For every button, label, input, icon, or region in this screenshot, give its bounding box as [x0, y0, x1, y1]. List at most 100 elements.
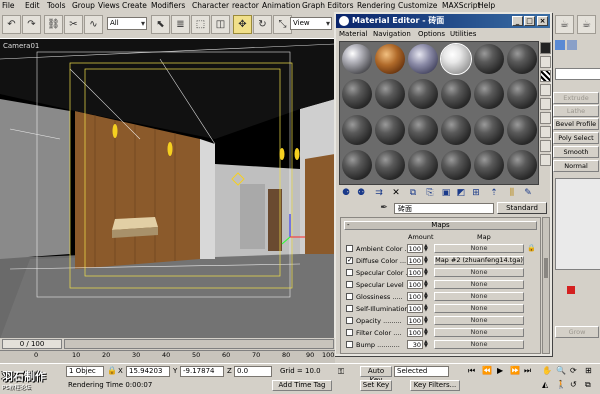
get-material-icon[interactable]: ⚈ [339, 187, 353, 200]
create-tab-icon[interactable] [555, 40, 565, 50]
map-slot-button[interactable]: None [434, 268, 524, 277]
selection-filter-dropdown[interactable]: All [107, 17, 147, 30]
menu-views[interactable]: Views [98, 1, 120, 10]
z-coordinate-field[interactable]: 0.0 [234, 366, 272, 377]
map-amount-field[interactable]: 100 [407, 280, 423, 289]
menu-create[interactable]: Create [122, 1, 147, 10]
make-unique-icon[interactable]: ⧉ [406, 187, 420, 200]
map-amount-field[interactable]: 100 [407, 268, 423, 277]
maximize-icon[interactable]: □ [524, 16, 535, 26]
pan-icon[interactable]: ✋ [542, 366, 552, 375]
put-to-scene-icon[interactable]: ⚉ [354, 187, 368, 200]
roll-icon[interactable]: ↺ [570, 380, 577, 389]
scrollbar-thumb[interactable] [544, 258, 548, 278]
select-object-icon[interactable]: ⬉ [151, 15, 170, 34]
grow-button[interactable]: Grow [555, 326, 599, 338]
map-enable-checkbox[interactable] [346, 245, 353, 252]
undo-icon[interactable]: ↶ [2, 15, 21, 34]
menu-options[interactable]: Options [418, 30, 445, 38]
menu-customize[interactable]: Customize [398, 1, 437, 10]
material-map-navigator-icon[interactable] [540, 154, 551, 166]
amount-spinner[interactable]: ▲ ▼ [424, 316, 429, 325]
maximize-viewport-icon[interactable]: ⧉ [585, 380, 591, 390]
material-type-button[interactable]: Standard [497, 202, 547, 214]
amount-spinner[interactable]: ▲ ▼ [424, 280, 429, 289]
camera-viewport[interactable]: Camera01 [0, 38, 335, 339]
background-icon[interactable] [540, 70, 551, 82]
orbit-icon[interactable]: ⟳ [570, 366, 577, 375]
map-amount-field[interactable]: 100 [407, 304, 423, 313]
map-enable-checkbox[interactable] [346, 317, 353, 324]
menu-character[interactable]: Character [192, 1, 229, 10]
sample-slot[interactable] [342, 150, 372, 180]
material-name-input[interactable]: 砖面 [394, 203, 494, 214]
select-link-icon[interactable]: ⛓ [44, 15, 63, 34]
menu-graph-editors[interactable]: Graph Editors [302, 1, 354, 10]
modifier-stack-list[interactable] [555, 178, 600, 270]
modifier-list-dropdown[interactable] [555, 68, 600, 80]
select-rotate-icon[interactable]: ↻ [253, 15, 272, 34]
map-amount-field[interactable]: 100 [407, 244, 423, 253]
reset-map-icon[interactable]: ✕ [389, 187, 403, 200]
time-slider[interactable]: 0 / 100 [2, 339, 62, 349]
map-slot-button[interactable]: None [434, 328, 524, 337]
menu-file[interactable]: File [2, 1, 15, 10]
amount-spinner[interactable]: ▲ ▼ [424, 256, 429, 265]
menu-material[interactable]: Material [339, 30, 367, 38]
select-by-name-icon[interactable]: ≣ [171, 15, 190, 34]
menu-reactor[interactable]: reactor [232, 1, 259, 10]
select-by-material-icon[interactable] [540, 140, 551, 152]
sample-slot[interactable] [375, 44, 405, 74]
maps-scrollbar[interactable] [542, 217, 550, 354]
show-end-result-icon[interactable]: ⊞ [469, 187, 483, 200]
lock-icon[interactable]: 🔒 [527, 244, 536, 252]
select-move-icon[interactable]: ✥ [233, 15, 252, 34]
sample-slot[interactable] [408, 115, 438, 145]
map-enable-checkbox[interactable] [346, 293, 353, 300]
sample-slot[interactable] [342, 115, 372, 145]
bevel-profile-button[interactable]: Bevel Profile [553, 118, 599, 130]
map-slot-button[interactable]: None [434, 244, 524, 253]
amount-spinner[interactable]: ▲ ▼ [424, 304, 429, 313]
menu-utilities[interactable]: Utilities [450, 30, 476, 38]
amount-spinner[interactable]: ▲ ▼ [424, 328, 429, 337]
menu-group[interactable]: Group [72, 1, 95, 10]
lathe-button[interactable]: Lathe [553, 105, 599, 117]
sample-slot[interactable] [408, 150, 438, 180]
map-amount-field[interactable]: 100 [407, 316, 423, 325]
menu-edit[interactable]: Edit [25, 1, 40, 10]
set-key-button[interactable]: Set Key [360, 380, 392, 391]
amount-spinner[interactable]: ▲ ▼ [424, 244, 429, 253]
sample-slot[interactable] [507, 44, 537, 74]
window-crossing-icon[interactable]: ◫ [211, 15, 230, 34]
play-icon[interactable]: ▶ [497, 366, 503, 375]
menu-help[interactable]: Help [478, 1, 495, 10]
sample-slot[interactable] [441, 115, 471, 145]
sample-slot[interactable] [507, 79, 537, 109]
sample-slot[interactable] [474, 79, 504, 109]
menu-modifiers[interactable]: Modifiers [151, 1, 185, 10]
menu-animation[interactable]: Animation [262, 1, 300, 10]
sample-slot-active[interactable] [440, 43, 472, 75]
zoom-extents-icon[interactable]: ⊞ [585, 366, 592, 375]
menu-maxscript[interactable]: MAXScript [442, 1, 481, 10]
amount-spinner[interactable]: ▲ ▼ [424, 292, 429, 301]
go-to-parent-icon[interactable]: ⇡ [487, 187, 501, 200]
map-amount-field[interactable]: 100 [407, 328, 423, 337]
previous-frame-icon[interactable]: ⏪ [482, 366, 492, 375]
pick-material-eyedropper-icon[interactable]: ✒ [377, 202, 391, 215]
poly-select-button[interactable]: Poly Select [553, 132, 599, 144]
map-slot-button[interactable]: None [434, 280, 524, 289]
options-icon[interactable] [540, 126, 551, 138]
unlink-icon[interactable]: ✂ [64, 15, 83, 34]
walk-icon[interactable]: 🚶 [556, 380, 566, 389]
key-filters-button[interactable]: Key Filters... [410, 380, 460, 391]
amount-spinner[interactable]: ▲ ▼ [424, 340, 429, 349]
extrude-button[interactable]: Extrude [553, 92, 599, 104]
map-slot-button[interactable]: None [434, 340, 524, 349]
sample-slot[interactable] [342, 79, 372, 109]
field-of-view-icon[interactable]: ◭ [542, 380, 548, 389]
map-enable-checkbox[interactable] [346, 281, 353, 288]
assign-to-selection-icon[interactable]: ⇉ [372, 187, 386, 200]
rollout-toggle[interactable]: - [347, 222, 350, 229]
